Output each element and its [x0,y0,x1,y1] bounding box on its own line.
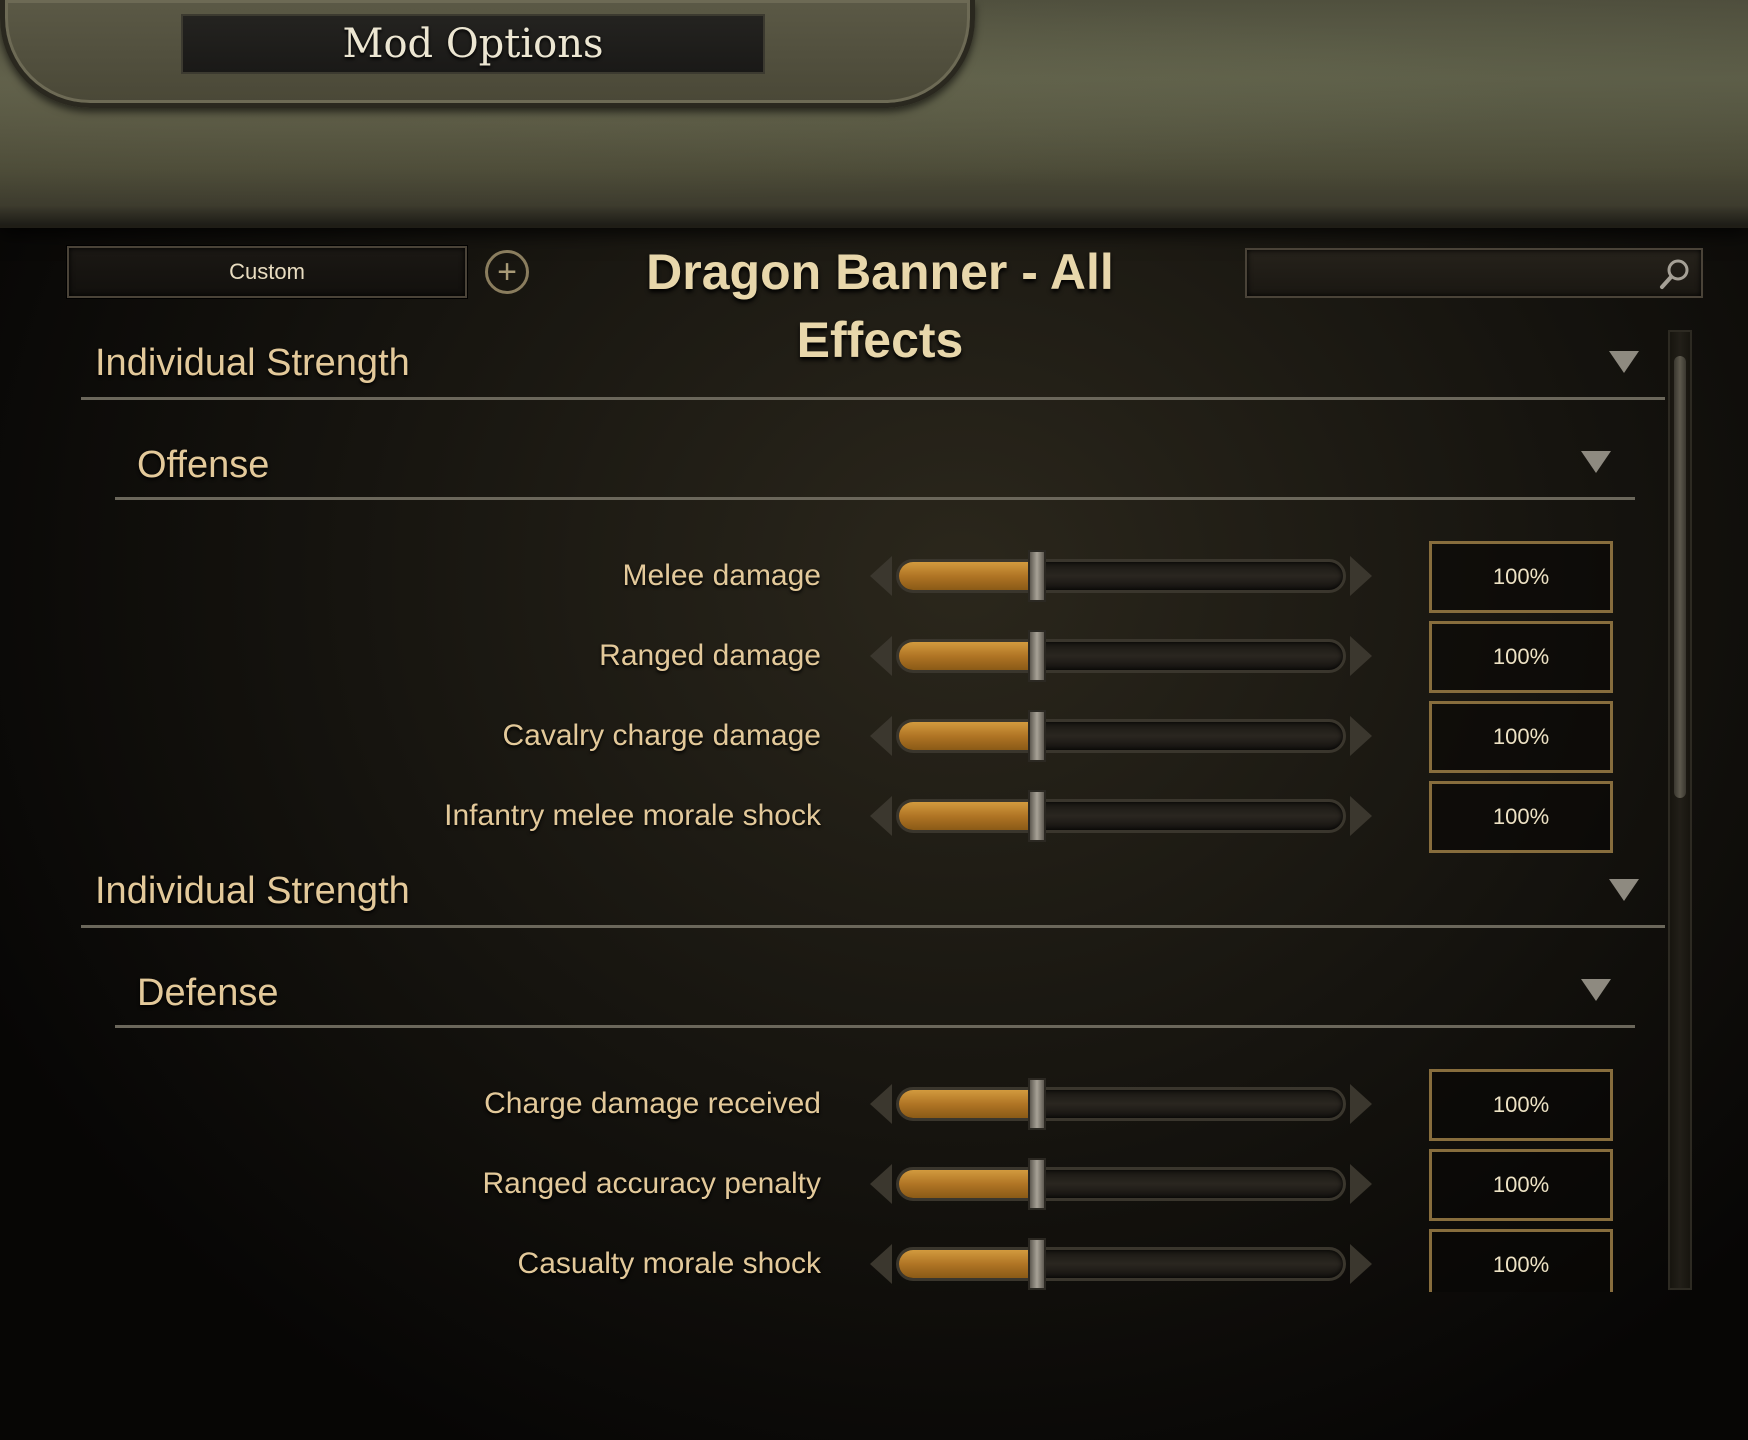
setting-row-charge-damage-received: Charge damage received 100% [0,1068,1680,1141]
setting-label: Ranged accuracy penalty [482,1167,821,1200]
title-plaque: Mod Options [0,0,975,108]
casualty-morale-shock-value[interactable]: 100% [1429,1229,1613,1292]
ranged-accuracy-penalty-slider[interactable] [868,1158,1374,1210]
slider-right-cap [1350,636,1372,676]
search-icon [1660,259,1689,289]
collapse-triangle-icon[interactable] [1609,879,1639,901]
slider-fill [899,802,1037,830]
top-banner: Mod Options [0,0,1748,228]
add-preset-button[interactable]: + [485,250,529,294]
search-input[interactable] [1245,248,1703,298]
setting-label: Cavalry charge damage [502,719,821,752]
collapse-triangle-icon[interactable] [1609,351,1639,373]
group-title: Individual Strength [95,870,410,912]
slider-handle[interactable] [1027,710,1046,762]
slider-fill [899,1250,1037,1278]
infantry-melee-morale-shock-value[interactable]: 100% [1429,781,1613,853]
subgroup-header-defense[interactable]: Defense [115,958,1635,1028]
collapse-triangle-icon[interactable] [1581,979,1611,1001]
group-header-individual-strength-defense[interactable]: Individual Strength [81,848,1665,928]
setting-row-cavalry-charge-damage: Cavalry charge damage 100% [0,700,1680,773]
slider-right-cap [1350,1164,1372,1204]
slider-track [896,559,1346,593]
slider-handle[interactable] [1027,1238,1046,1290]
slider-fill [899,1170,1037,1198]
slider-handle[interactable] [1027,550,1046,602]
settings-list[interactable]: Individual Strength Offense Melee damage… [0,320,1700,1292]
melee-damage-value[interactable]: 100% [1429,541,1613,613]
casualty-morale-shock-slider[interactable] [868,1238,1374,1290]
setting-row-casualty-morale-shock: Casualty morale shock 100% [0,1228,1680,1292]
slider-track [896,1247,1346,1281]
group-header-individual-strength-offense[interactable]: Individual Strength [81,320,1665,400]
slider-handle[interactable] [1027,1078,1046,1130]
mod-options-screen: Mod Options Custom + Dragon Banner - All… [0,0,1748,1440]
slider-handle[interactable] [1027,790,1046,842]
slider-right-cap [1350,796,1372,836]
slider-left-cap [870,796,892,836]
infantry-melee-morale-shock-slider[interactable] [868,790,1374,842]
collapse-triangle-icon[interactable] [1581,451,1611,473]
slider-fill [899,642,1037,670]
slider-left-cap [870,556,892,596]
setting-label: Ranged damage [599,639,821,672]
ranged-damage-slider[interactable] [868,630,1374,682]
setting-row-ranged-accuracy-penalty: Ranged accuracy penalty 100% [0,1148,1680,1221]
slider-track [896,719,1346,753]
preset-dropdown[interactable]: Custom [67,246,467,298]
setting-label: Melee damage [622,559,821,592]
list-scrollbar[interactable] [1668,330,1692,1290]
slider-fill [899,1090,1037,1118]
setting-row-ranged-damage: Ranged damage 100% [0,620,1680,693]
slider-left-cap [870,1164,892,1204]
plus-circle-icon: + [497,253,517,291]
setting-row-infantry-melee-morale-shock: Infantry melee morale shock 100% [0,780,1680,853]
setting-label: Infantry melee morale shock [444,799,821,832]
slider-track [896,799,1346,833]
ranged-accuracy-penalty-value[interactable]: 100% [1429,1149,1613,1221]
slider-track [896,639,1346,673]
ranged-damage-value[interactable]: 100% [1429,621,1613,693]
cavalry-charge-damage-slider[interactable] [868,710,1374,762]
slider-left-cap [870,636,892,676]
subgroup-title: Defense [137,972,279,1014]
subgroup-header-offense[interactable]: Offense [115,430,1635,500]
slider-handle[interactable] [1027,1158,1046,1210]
slider-track [896,1167,1346,1201]
mod-title: Dragon Banner - All Effects [646,244,1114,368]
scrollbar-thumb[interactable] [1674,356,1686,798]
cavalry-charge-damage-value[interactable]: 100% [1429,701,1613,773]
slider-right-cap [1350,1084,1372,1124]
slider-fill [899,722,1037,750]
setting-label: Charge damage received [484,1087,821,1120]
slider-track [896,1087,1346,1121]
slider-left-cap [870,716,892,756]
charge-damage-received-value[interactable]: 100% [1429,1069,1613,1141]
slider-left-cap [870,1084,892,1124]
window-title: Mod Options [181,14,765,74]
charge-damage-received-slider[interactable] [868,1078,1374,1130]
setting-row-melee-damage: Melee damage 100% [0,540,1680,613]
group-title: Individual Strength [95,342,410,384]
slider-fill [899,562,1037,590]
setting-label: Casualty morale shock [517,1247,821,1280]
slider-handle[interactable] [1027,630,1046,682]
slider-right-cap [1350,1244,1372,1284]
slider-right-cap [1350,556,1372,596]
slider-right-cap [1350,716,1372,756]
subgroup-title: Offense [137,444,270,486]
slider-left-cap [870,1244,892,1284]
melee-damage-slider[interactable] [868,550,1374,602]
